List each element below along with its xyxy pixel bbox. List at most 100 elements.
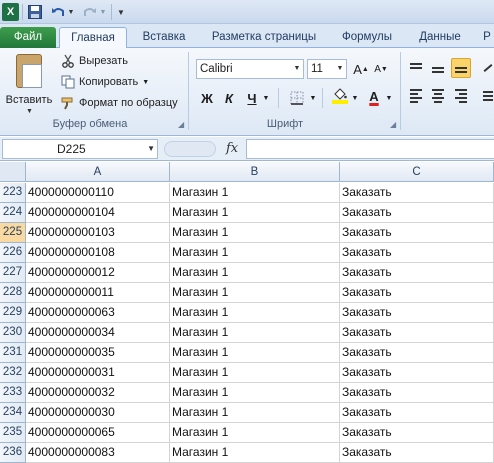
cell-c[interactable]: Заказать <box>340 283 494 303</box>
font-color-button[interactable]: A <box>364 86 384 106</box>
insert-function-icon[interactable]: fx <box>226 139 242 159</box>
tab-home[interactable]: Главная <box>59 27 127 48</box>
cell-a[interactable]: 4000000000012 <box>26 263 170 283</box>
align-left-button[interactable] <box>406 86 426 106</box>
fill-color-button[interactable] <box>330 86 350 106</box>
row-header[interactable]: 228 <box>0 283 26 303</box>
row-header[interactable]: 231 <box>0 343 26 363</box>
cell-b[interactable]: Магазин 1 <box>170 443 340 463</box>
cell-a[interactable]: 4000000000065 <box>26 423 170 443</box>
row-header[interactable]: 233 <box>0 383 26 403</box>
name-box[interactable]: D225 ▼ <box>2 139 158 159</box>
orientation-button[interactable] <box>478 58 494 78</box>
row-header[interactable]: 229 <box>0 303 26 323</box>
redo-dropdown-icon[interactable]: ▼ <box>99 3 107 21</box>
cell-a[interactable]: 4000000000083 <box>26 443 170 463</box>
format-painter-button[interactable]: Формат по образцу <box>60 94 178 112</box>
cell-b[interactable]: Магазин 1 <box>170 263 340 283</box>
font-size-dropdown-icon[interactable]: ▼ <box>334 60 346 78</box>
tab-formulas[interactable]: Формулы <box>334 27 400 48</box>
row-header[interactable]: 223 <box>0 183 26 203</box>
cell-a[interactable]: 4000000000011 <box>26 283 170 303</box>
bold-button[interactable]: Ж <box>198 88 216 108</box>
column-header-c[interactable]: C <box>340 162 494 182</box>
align-right-button[interactable] <box>451 86 471 106</box>
excel-logo-icon[interactable]: X <box>2 3 19 21</box>
shrink-font-button[interactable]: A ▼ <box>372 59 390 79</box>
cell-b[interactable]: Магазин 1 <box>170 363 340 383</box>
row-header[interactable]: 230 <box>0 323 26 343</box>
cell-b[interactable]: Магазин 1 <box>170 183 340 203</box>
paste-button[interactable]: Вставить ▼ <box>6 54 52 115</box>
customize-qat-icon[interactable]: ▼ <box>115 3 127 21</box>
cell-c[interactable]: Заказать <box>340 243 494 263</box>
formula-input[interactable] <box>246 139 494 159</box>
cell-c[interactable]: Заказать <box>340 403 494 423</box>
undo-dropdown-icon[interactable]: ▼ <box>67 3 75 21</box>
borders-dropdown-icon[interactable]: ▼ <box>308 88 318 108</box>
formula-bar-splitter[interactable] <box>164 141 216 157</box>
copy-dropdown-icon[interactable]: ▼ <box>142 79 149 86</box>
cell-b[interactable]: Магазин 1 <box>170 303 340 323</box>
decrease-indent-button[interactable] <box>478 86 494 106</box>
font-color-dropdown-icon[interactable]: ▼ <box>384 88 394 108</box>
tab-page-layout[interactable]: Разметка страницы <box>205 27 323 48</box>
row-header[interactable]: 226 <box>0 243 26 263</box>
cell-c[interactable]: Заказать <box>340 323 494 343</box>
row-header[interactable]: 234 <box>0 403 26 423</box>
cell-a[interactable]: 4000000000030 <box>26 403 170 423</box>
name-box-dropdown-icon[interactable]: ▼ <box>147 140 155 158</box>
cell-a[interactable]: 4000000000110 <box>26 183 170 203</box>
align-bottom-button[interactable] <box>451 58 471 78</box>
select-all-corner[interactable] <box>0 162 26 182</box>
cell-b[interactable]: Магазин 1 <box>170 383 340 403</box>
align-top-button[interactable] <box>406 58 426 78</box>
underline-dropdown-icon[interactable]: ▼ <box>261 88 271 108</box>
underline-button[interactable]: Ч <box>243 88 261 108</box>
row-header[interactable]: 227 <box>0 263 26 283</box>
tab-data[interactable]: Данные <box>409 27 471 48</box>
cell-a[interactable]: 4000000000063 <box>26 303 170 323</box>
cell-b[interactable]: Магазин 1 <box>170 223 340 243</box>
cell-a[interactable]: 4000000000032 <box>26 383 170 403</box>
font-dialog-launcher-icon[interactable]: ◢ <box>390 120 396 129</box>
cell-b[interactable]: Магазин 1 <box>170 243 340 263</box>
align-middle-button[interactable] <box>428 58 448 78</box>
cell-b[interactable]: Магазин 1 <box>170 403 340 423</box>
copy-button[interactable]: Копировать ▼ <box>60 73 149 91</box>
column-header-b[interactable]: B <box>170 162 340 182</box>
borders-button[interactable] <box>287 88 307 108</box>
paste-dropdown-icon[interactable]: ▼ <box>26 108 33 115</box>
font-name-dropdown-icon[interactable]: ▼ <box>291 60 303 78</box>
cell-c[interactable]: Заказать <box>340 303 494 323</box>
cell-c[interactable]: Заказать <box>340 363 494 383</box>
cell-b[interactable]: Магазин 1 <box>170 323 340 343</box>
row-header[interactable]: 225 <box>0 223 26 243</box>
row-header[interactable]: 235 <box>0 423 26 443</box>
cell-c[interactable]: Заказать <box>340 423 494 443</box>
tab-file[interactable]: Файл <box>0 27 56 48</box>
cell-c[interactable]: Заказать <box>340 383 494 403</box>
undo-icon[interactable] <box>50 3 66 21</box>
cell-a[interactable]: 4000000000034 <box>26 323 170 343</box>
cell-c[interactable]: Заказать <box>340 183 494 203</box>
cell-b[interactable]: Магазин 1 <box>170 203 340 223</box>
fill-color-dropdown-icon[interactable]: ▼ <box>350 88 360 108</box>
cell-c[interactable]: Заказать <box>340 343 494 363</box>
cell-c[interactable]: Заказать <box>340 223 494 243</box>
cell-a[interactable]: 4000000000103 <box>26 223 170 243</box>
cell-c[interactable]: Заказать <box>340 203 494 223</box>
tab-review[interactable]: Р <box>479 27 494 48</box>
row-header[interactable]: 232 <box>0 363 26 383</box>
cell-a[interactable]: 4000000000108 <box>26 243 170 263</box>
redo-icon[interactable] <box>82 3 98 21</box>
italic-button[interactable]: К <box>220 88 238 108</box>
font-size-combo[interactable]: 11 ▼ <box>307 59 347 79</box>
clipboard-dialog-launcher-icon[interactable]: ◢ <box>178 120 184 129</box>
cut-button[interactable]: Вырезать <box>60 52 128 70</box>
cell-c[interactable]: Заказать <box>340 263 494 283</box>
cell-b[interactable]: Магазин 1 <box>170 423 340 443</box>
tab-insert[interactable]: Вставка <box>136 27 192 48</box>
cell-a[interactable]: 4000000000104 <box>26 203 170 223</box>
column-header-a[interactable]: A <box>26 162 170 182</box>
